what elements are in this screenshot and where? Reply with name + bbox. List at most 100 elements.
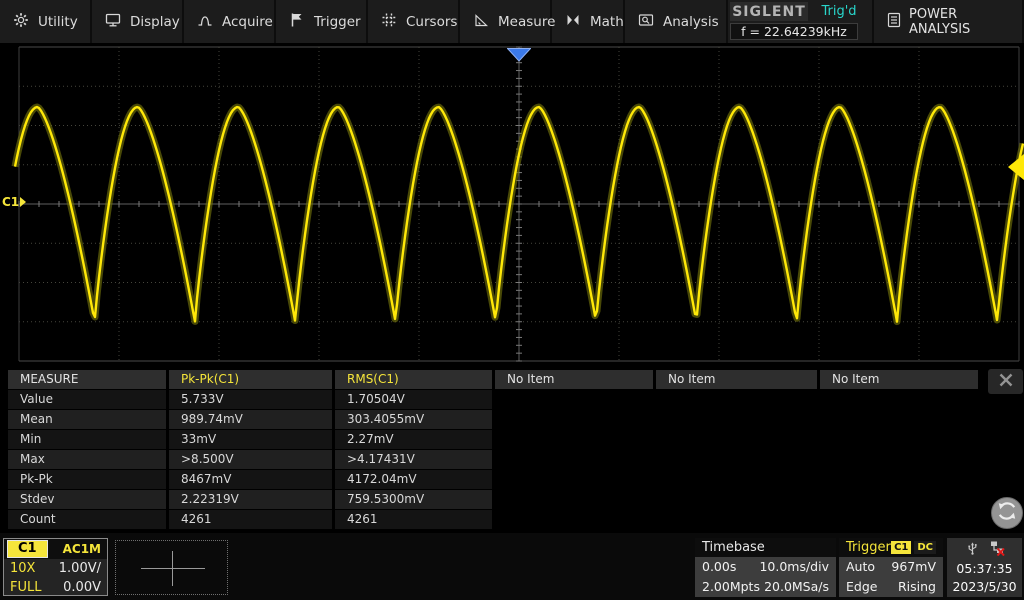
menu-measure-label: Measure <box>498 13 556 30</box>
measure-row-label: Min <box>8 430 166 449</box>
channel-descriptor-box[interactable]: C1 AC1M 10X 1.00V/ FULL 0.00V <box>3 538 108 596</box>
crosshair-icon <box>141 568 205 569</box>
system-date: 2023/5/30 <box>952 579 1017 594</box>
menu-analysis[interactable]: Analysis <box>625 0 728 43</box>
measure-value: 8467mV <box>169 470 332 489</box>
measure-row-label: Mean <box>8 410 166 429</box>
channel-coupling: AC1M <box>62 542 101 556</box>
menu-cursors[interactable]: Cursors <box>368 0 460 43</box>
menu-display-label: Display <box>130 13 180 30</box>
menu-trigger-label: Trigger <box>314 13 361 30</box>
menu-utility-label: Utility <box>38 13 78 30</box>
trigger-title: Trigger <box>846 540 891 555</box>
measure-row-label: Count <box>8 510 166 529</box>
trigger-mode: Auto <box>846 559 876 574</box>
measure-row-spacer <box>495 450 978 469</box>
menu-acquire[interactable]: Acquire <box>184 0 276 43</box>
measure-value: 4172.04mV <box>335 470 492 489</box>
measure-value: 1.70504V <box>335 390 492 409</box>
usb-icon <box>965 540 980 560</box>
measure-row-spacer <box>495 490 978 509</box>
channel-attenuation: 10X <box>10 561 36 576</box>
measure-col-rms[interactable]: RMS(C1) <box>335 370 492 389</box>
menu-utility[interactable]: Utility <box>0 0 92 43</box>
timebase-box[interactable]: Timebase 0.00s 10.0ms/div 2.00Mpts 20.0M… <box>695 538 836 597</box>
measure-row-spacer <box>495 510 978 529</box>
measure-value: 2.27mV <box>335 430 492 449</box>
measure-value: 303.4055mV <box>335 410 492 429</box>
measure-row-label: Value <box>8 390 166 409</box>
trigger-level: 967mV <box>891 559 936 574</box>
menu-math-label: Math <box>590 13 624 30</box>
timebase-delay: 0.00s <box>702 559 737 574</box>
analysis-icon <box>638 12 654 32</box>
trigger-slope: Rising <box>897 579 936 594</box>
measure-row-spacer <box>495 430 978 449</box>
trigger-status-badge: Trig'd <box>821 4 857 19</box>
measure-col-empty-2[interactable]: No Item <box>656 370 817 389</box>
measure-col-empty-3[interactable]: No Item <box>820 370 978 389</box>
trigger-coupling-badge: DC <box>914 541 936 554</box>
status-bar: C1 AC1M 10X 1.00V/ FULL 0.00V Timebase 0… <box>0 533 1024 600</box>
trigger-level-marker[interactable] <box>1008 154 1024 184</box>
timebase-title: Timebase <box>695 538 836 557</box>
graticule-and-trace <box>11 46 1024 362</box>
close-icon <box>999 372 1013 391</box>
oscilloscope-screen: Utility Display Acquire Trigger Cursors <box>0 0 1024 600</box>
display-icon <box>105 12 121 32</box>
measure-value: 759.5300mV <box>335 490 492 509</box>
siglent-logo: SIGLENT <box>730 2 808 21</box>
menu-display[interactable]: Display <box>92 0 184 43</box>
measure-col-empty-1[interactable]: No Item <box>495 370 653 389</box>
measure-row-spacer <box>495 470 978 489</box>
measure-value: 33mV <box>169 430 332 449</box>
menu-math[interactable]: Math <box>552 0 625 43</box>
trigger-box[interactable]: Trigger C1 DC Auto 967mV Edge Rising <box>839 538 943 597</box>
gear-icon <box>13 12 29 32</box>
measure-row-spacer <box>495 410 978 429</box>
menu-analysis-label: Analysis <box>663 13 719 30</box>
clock-box: 05:37:35 2023/5/30 <box>947 538 1022 597</box>
measure-value: 4261 <box>335 510 492 529</box>
math-icon <box>565 12 581 32</box>
brand-status-block: SIGLENT Trig'd f = 22.64239kHz <box>728 0 874 43</box>
history-refresh-button[interactable] <box>991 497 1023 529</box>
measure-col-pkpk[interactable]: Pk-Pk(C1) <box>169 370 332 389</box>
flag-icon <box>289 12 305 32</box>
measure-close-button[interactable] <box>988 369 1023 394</box>
channel-offset-marker[interactable]: C1 <box>2 195 27 209</box>
trigger-source-badge: C1 <box>891 541 912 554</box>
crosshair-icon <box>172 551 173 586</box>
menu-acquire-label: Acquire <box>222 13 273 30</box>
trigger-type: Edge <box>846 579 878 594</box>
acquire-icon <box>197 12 213 32</box>
channel-offset: 0.00V <box>63 580 101 595</box>
channel-bandwidth: FULL <box>10 580 42 595</box>
refresh-icon <box>995 499 1019 527</box>
timebase-memory: 2.00Mpts <box>702 579 760 594</box>
frequency-readout: f = 22.64239kHz <box>730 23 858 40</box>
measure-value: 5.733V <box>169 390 332 409</box>
empty-channel-slot[interactable] <box>115 540 228 595</box>
measure-row-label: Max <box>8 450 166 469</box>
channel-scale: 1.00V/ <box>58 561 101 576</box>
trigger-position-marker[interactable] <box>506 47 532 66</box>
measure-value: >4.17431V <box>335 450 492 469</box>
measure-icon <box>473 12 489 32</box>
measure-row-label: Pk-Pk <box>8 470 166 489</box>
menu-bar: Utility Display Acquire Trigger Cursors <box>0 0 1024 43</box>
measure-row-spacer <box>495 390 978 409</box>
network-disconnected-icon <box>989 540 1005 560</box>
menu-trigger[interactable]: Trigger <box>276 0 368 43</box>
channel-offset-arrow-icon <box>20 197 27 207</box>
measure-table: MEASURE Pk-Pk(C1) RMS(C1) No Item No Ite… <box>8 370 978 529</box>
menu-power-analysis[interactable]: POWER ANALYSIS <box>874 0 1024 43</box>
waveform-display[interactable]: C1 <box>0 43 1024 366</box>
menu-power-analysis-label: POWER ANALYSIS <box>909 6 971 37</box>
measure-value: >8.500V <box>169 450 332 469</box>
measure-value: 2.22319V <box>169 490 332 509</box>
channel-name-badge[interactable]: C1 <box>7 540 48 558</box>
measure-value: 4261 <box>169 510 332 529</box>
measure-table-title: MEASURE <box>8 370 166 389</box>
menu-measure[interactable]: Measure <box>460 0 556 43</box>
